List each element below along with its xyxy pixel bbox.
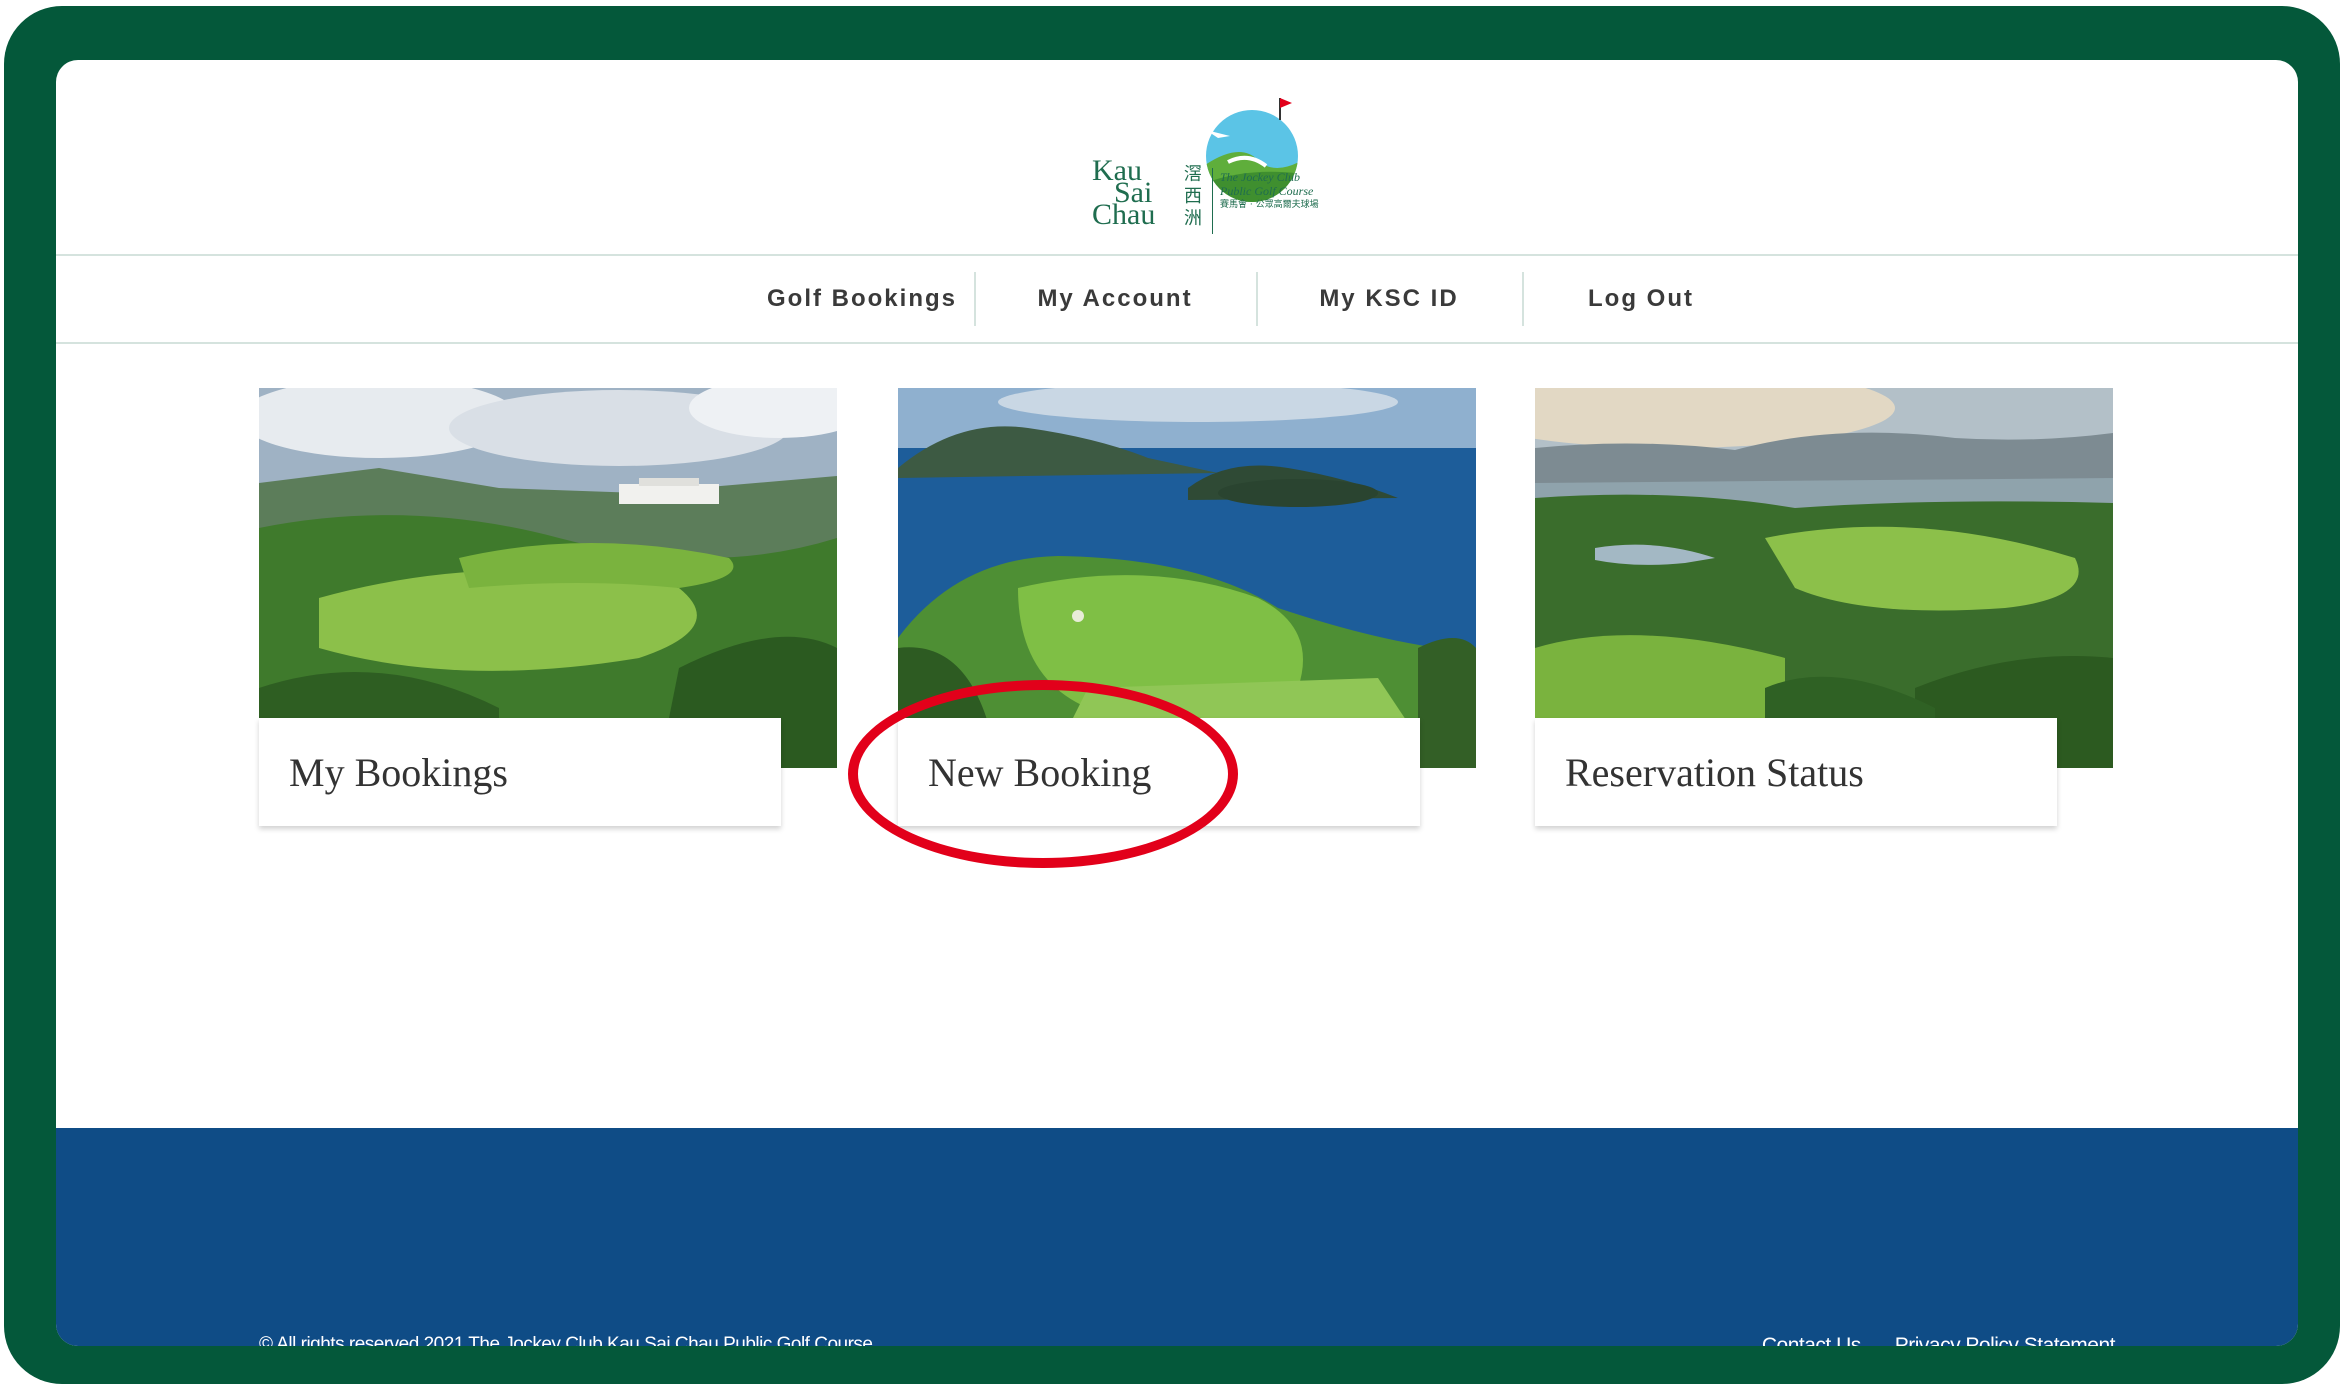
logo-subtitle-line3: 賽馬會 · 公眾高爾夫球場 (1220, 200, 1319, 210)
nav-my-account[interactable]: My Account (974, 256, 1256, 342)
card-image-course-valley (1535, 388, 2113, 768)
main-nav: Golf Bookings My Account My KSC ID Log O… (56, 254, 2298, 344)
card-label-new-booking: New Booking (898, 718, 1420, 826)
site-logo[interactable]: Kau Sai Chau 滘西洲 The Jockey Club Public … (1092, 90, 1338, 240)
logo-word-chau: Chau (1092, 198, 1156, 231)
nav-log-out[interactable]: Log Out (1522, 256, 1760, 342)
card-label-reservation-status: Reservation Status (1535, 718, 2057, 826)
card-image-course-seaview (898, 388, 1476, 768)
site-footer: © All rights reserved 2021 The Jockey Cl… (56, 1128, 2298, 1346)
logo-subtitle-line1: The Jockey Club (1220, 170, 1300, 184)
card-label-my-bookings: My Bookings (259, 718, 781, 826)
footer-copyright: © All rights reserved 2021 The Jockey Cl… (259, 1334, 873, 1346)
nav-my-ksc-id[interactable]: My KSC ID (1256, 256, 1522, 342)
footer-link-contact-us[interactable]: Contact Us (1762, 1334, 1861, 1346)
site-header: Kau Sai Chau 滘西洲 The Jockey Club Public … (56, 60, 2298, 254)
card-reservation-status[interactable]: Reservation Status (1535, 388, 2113, 828)
card-image-course-clubhouse (259, 388, 837, 768)
logo-subtitle: The Jockey Club Public Golf Course 賽馬會 ·… (1220, 170, 1330, 212)
logo-subtitle-line2: Public Golf Course (1220, 184, 1314, 198)
card-my-bookings[interactable]: My Bookings (259, 388, 837, 828)
footer-links: Contact Us Privacy Policy Statement (1762, 1334, 2116, 1346)
logo-chinese-name: 滘西洲 (1184, 164, 1202, 229)
logo-divider (1212, 168, 1213, 234)
card-new-booking[interactable]: New Booking (898, 388, 1476, 828)
device-frame: Kau Sai Chau 滘西洲 The Jockey Club Public … (4, 6, 2340, 1384)
logo-wordmark: Kau Sai Chau (1092, 156, 1156, 231)
browser-viewport: Kau Sai Chau 滘西洲 The Jockey Club Public … (56, 60, 2298, 1346)
footer-link-privacy-policy[interactable]: Privacy Policy Statement (1895, 1334, 2116, 1346)
